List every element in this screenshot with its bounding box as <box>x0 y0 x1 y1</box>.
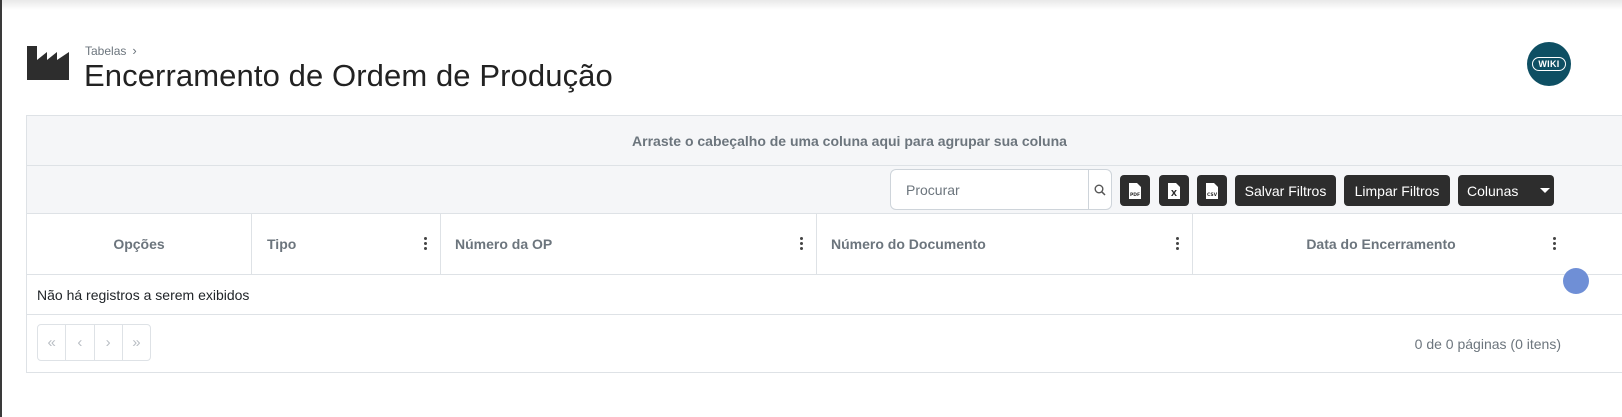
column-menu-icon[interactable] <box>799 237 803 251</box>
column-header-numero-op[interactable]: Número da OP <box>441 214 817 274</box>
column-menu-icon[interactable] <box>423 237 427 251</box>
excel-export-icon: X <box>1168 182 1180 199</box>
floating-action-button[interactable] <box>1563 268 1589 294</box>
column-menu-icon[interactable] <box>1552 237 1556 251</box>
wiki-label: WIKI <box>1532 57 1566 71</box>
breadcrumb-item-tabelas[interactable]: Tabelas <box>85 44 126 58</box>
csv-export-button[interactable]: CSV <box>1197 175 1227 206</box>
group-panel-text: Arraste o cabeçalho de uma coluna aqui p… <box>632 132 1067 149</box>
columns-label: Colunas <box>1467 182 1519 199</box>
column-header-label: Número da OP <box>455 236 553 252</box>
top-shadow <box>0 0 1622 10</box>
save-filters-button[interactable]: Salvar Filtros <box>1235 175 1336 206</box>
columns-dropdown-button[interactable]: Colunas <box>1458 175 1554 206</box>
prev-page-button[interactable]: ‹ <box>66 325 95 360</box>
csv-export-icon: CSV <box>1206 182 1218 199</box>
pager-info: 0 de 0 páginas (0 itens) <box>1414 336 1561 352</box>
first-page-button[interactable]: « <box>38 325 67 360</box>
search-input[interactable] <box>891 170 1088 209</box>
svg-text:X: X <box>1171 189 1178 198</box>
column-header-opcoes[interactable]: Opções <box>27 214 252 274</box>
last-page-button[interactable]: » <box>123 325 150 360</box>
breadcrumb: Tabelas › <box>85 43 137 58</box>
column-header-data-encerramento[interactable]: Data do Encerramento <box>1193 214 1569 274</box>
factory-icon <box>27 46 69 80</box>
grid-toolbar: PDF X CSV Salvar Filtros Limpar Filtros … <box>27 166 1622 214</box>
caret-down-icon <box>1540 188 1551 193</box>
search-box <box>890 169 1112 210</box>
left-edge <box>0 0 2 417</box>
column-header-label: Número do Documento <box>831 236 986 252</box>
column-header-label: Tipo <box>267 236 297 252</box>
page-title: Encerramento de Ordem de Produção <box>84 58 613 93</box>
pager-row: « ‹ › » 0 de 0 páginas (0 itens) <box>27 315 1622 371</box>
column-header-label: Data do Encerramento <box>1306 236 1456 252</box>
column-header-tipo[interactable]: Tipo <box>252 214 441 274</box>
pdf-export-icon: PDF <box>1129 182 1141 199</box>
empty-message: Não há registros a serem exibidos <box>37 286 250 303</box>
group-panel[interactable]: Arraste o cabeçalho de uma coluna aqui p… <box>27 116 1622 166</box>
data-grid: Arraste o cabeçalho de uma coluna aqui p… <box>26 115 1622 373</box>
empty-row: Não há registros a serem exibidos <box>27 275 1622 315</box>
excel-export-button[interactable]: X <box>1159 175 1189 206</box>
pager: « ‹ › » <box>37 324 151 361</box>
chevron-right-icon: › <box>132 43 137 58</box>
grid-header-row: Opções Tipo Número da OP Número do Docum… <box>27 214 1622 275</box>
wiki-button[interactable]: WIKI <box>1527 42 1571 86</box>
column-menu-icon[interactable] <box>1175 237 1179 251</box>
svg-text:CSV: CSV <box>1207 192 1218 198</box>
next-page-button[interactable]: › <box>95 325 123 360</box>
clear-filters-button[interactable]: Limpar Filtros <box>1344 175 1450 206</box>
svg-text:PDF: PDF <box>1130 192 1140 198</box>
search-button[interactable] <box>1088 170 1111 209</box>
pdf-export-button[interactable]: PDF <box>1120 175 1150 206</box>
search-icon <box>1094 184 1106 196</box>
column-header-numero-documento[interactable]: Número do Documento <box>817 214 1193 274</box>
column-header-label: Opções <box>113 236 165 252</box>
